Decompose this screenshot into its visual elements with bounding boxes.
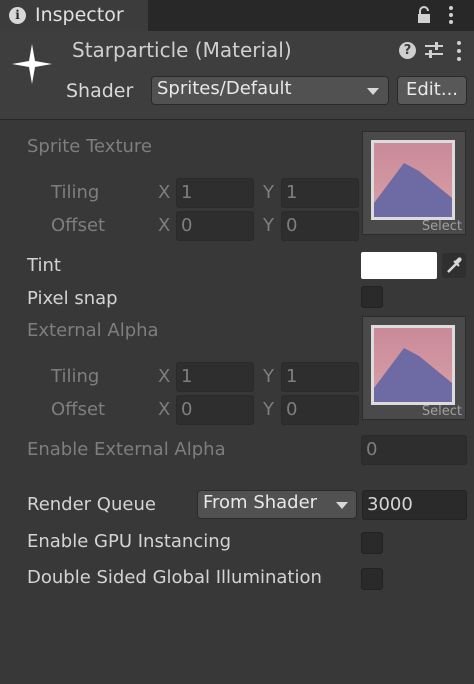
offset-y-field[interactable]: 0 [281, 211, 359, 241]
shader-dropdown[interactable]: Sprites/Default [151, 76, 389, 105]
tiling-label: Tiling [51, 182, 100, 203]
tiling-x-value: 1 [181, 182, 193, 203]
tiling-x-field[interactable]: 1 [176, 178, 254, 208]
render-queue-label: Render Queue [27, 494, 156, 515]
select-label[interactable]: Select [422, 219, 462, 234]
offset-x-value: 0 [181, 215, 193, 236]
texture-preview [371, 325, 455, 405]
tint-label: Tint [27, 255, 61, 276]
sprite-texture-slot[interactable]: Select [362, 131, 466, 235]
offset-label: Offset [51, 399, 106, 420]
axis-x-label: X [158, 215, 171, 236]
offset-y-field[interactable]: 0 [281, 395, 359, 425]
external-alpha-slot[interactable]: Select [362, 316, 466, 420]
tiling-y-field[interactable]: 1 [281, 362, 359, 392]
axis-x-label: X [158, 399, 171, 420]
render-queue-mode: From Shader [203, 492, 318, 513]
tiling-x-field[interactable]: 1 [176, 362, 254, 392]
axis-y-label: Y [263, 366, 274, 387]
offset-x-value: 0 [181, 399, 193, 420]
mountain-image-icon [374, 328, 452, 402]
offset-y-value: 0 [286, 399, 298, 420]
settings-sliders-icon[interactable] [425, 42, 443, 59]
axis-y-label: Y [263, 215, 274, 236]
axis-y-label: Y [263, 182, 274, 203]
shader-value: Sprites/Default [157, 78, 292, 99]
sparkle-icon [12, 44, 52, 84]
tiling-y-value: 1 [286, 182, 298, 203]
tiling-label: Tiling [51, 366, 100, 387]
mountain-image-icon [374, 143, 452, 217]
axis-y-label: Y [263, 399, 274, 420]
pixel-snap-label: Pixel snap [27, 288, 118, 309]
eyedropper-icon[interactable] [442, 253, 466, 278]
tiling-y-value: 1 [286, 366, 298, 387]
external-alpha-label: External Alpha [27, 320, 159, 341]
enable-external-alpha-label: Enable External Alpha [27, 439, 226, 460]
lock-icon[interactable] [417, 6, 431, 24]
sprite-texture-label: Sprite Texture [27, 136, 152, 157]
enable-external-alpha-field[interactable]: 0 [361, 435, 467, 465]
tiling-y-field[interactable]: 1 [281, 178, 359, 208]
offset-x-field[interactable]: 0 [176, 395, 254, 425]
double-sided-gi-checkbox[interactable] [361, 568, 383, 590]
chevron-down-icon [367, 88, 379, 95]
tint-color-field[interactable] [361, 252, 437, 279]
render-queue-value: 3000 [367, 494, 413, 515]
tab-title: Inspector [35, 4, 124, 26]
kebab-menu-icon[interactable] [453, 40, 465, 62]
offset-x-field[interactable]: 0 [176, 211, 254, 241]
offset-y-value: 0 [286, 215, 298, 236]
kebab-menu-icon[interactable] [444, 5, 458, 25]
chevron-down-icon [336, 502, 348, 509]
tiling-x-value: 1 [181, 366, 193, 387]
texture-preview [371, 140, 455, 220]
gpu-instancing-label: Enable GPU Instancing [27, 531, 232, 552]
axis-x-label: X [158, 182, 171, 203]
render-queue-value-field[interactable]: 3000 [362, 490, 467, 520]
offset-label: Offset [51, 215, 106, 236]
material-title: Starparticle (Material) [72, 38, 292, 62]
edit-shader-button[interactable]: Edit... [397, 76, 467, 105]
select-label[interactable]: Select [422, 404, 462, 419]
gpu-instancing-checkbox[interactable] [361, 532, 383, 554]
shader-label: Shader [66, 80, 134, 102]
help-icon[interactable]: ? [399, 42, 416, 59]
render-queue-dropdown[interactable]: From Shader [197, 490, 357, 519]
enable-external-alpha-value: 0 [366, 439, 378, 460]
axis-x-label: X [158, 366, 171, 387]
info-icon: i [9, 7, 26, 24]
pixel-snap-checkbox[interactable] [361, 286, 383, 308]
double-sided-gi-label: Double Sided Global Illumination [27, 567, 322, 588]
